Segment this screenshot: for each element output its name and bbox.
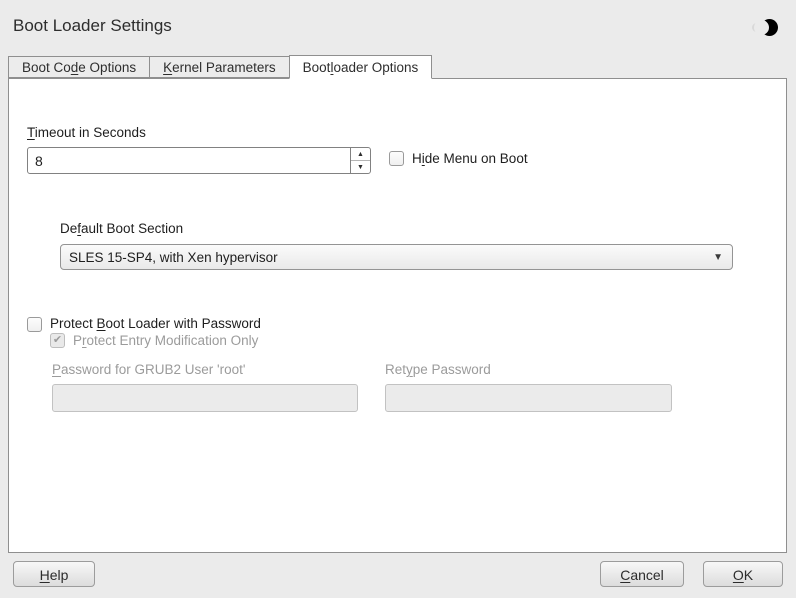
timeout-spinbox: ▲ ▼ bbox=[27, 147, 371, 174]
default-boot-section-label: Default Boot Section bbox=[60, 221, 183, 236]
tab-bootloader-options[interactable]: Bootloader Options bbox=[289, 55, 433, 79]
timeout-input[interactable] bbox=[28, 148, 350, 173]
crescent-icon bbox=[761, 19, 778, 36]
checkmark-icon: ✔ bbox=[53, 335, 62, 346]
tab-boot-code-options[interactable]: Boot Code Options bbox=[8, 56, 150, 78]
help-button[interactable]: Help bbox=[13, 561, 95, 587]
retype-password-field bbox=[385, 384, 672, 412]
protect-entry-checkbox: ✔ bbox=[50, 333, 65, 348]
password-label: Password for GRUB2 User 'root' bbox=[52, 362, 245, 377]
cancel-button[interactable]: Cancel bbox=[600, 561, 684, 587]
protect-password-label[interactable]: Protect Boot Loader with Password bbox=[50, 316, 261, 331]
password-field bbox=[52, 384, 358, 412]
tab-kernel-parameters[interactable]: Kernel Parameters bbox=[149, 56, 290, 78]
tab-bar: Boot Code Options Kernel Parameters Boot… bbox=[8, 55, 431, 78]
retype-password-label: Retype Password bbox=[385, 362, 491, 377]
protect-password-checkbox[interactable] bbox=[27, 317, 42, 332]
default-boot-section-dropdown[interactable]: SLES 15-SP4, with Xen hypervisor ▼ bbox=[60, 244, 733, 270]
boot-loader-settings-dialog: Boot Loader Settings Boot Code Options K… bbox=[0, 0, 796, 598]
ok-button[interactable]: OK bbox=[703, 561, 783, 587]
moon-icon bbox=[752, 17, 778, 39]
hide-menu-label[interactable]: Hide Menu on Boot bbox=[412, 151, 528, 166]
page-title: Boot Loader Settings bbox=[13, 16, 172, 36]
timeout-spin-buttons: ▲ ▼ bbox=[350, 148, 370, 173]
timeout-label: Timeout in Seconds bbox=[27, 125, 146, 140]
spin-up-icon[interactable]: ▲ bbox=[351, 148, 370, 160]
default-boot-section-value: SLES 15-SP4, with Xen hypervisor bbox=[69, 250, 278, 265]
chevron-down-icon: ▼ bbox=[713, 252, 723, 263]
hide-menu-checkbox[interactable] bbox=[389, 151, 404, 166]
spin-down-icon[interactable]: ▼ bbox=[351, 160, 370, 173]
protect-entry-label: Protect Entry Modification Only bbox=[73, 333, 258, 348]
